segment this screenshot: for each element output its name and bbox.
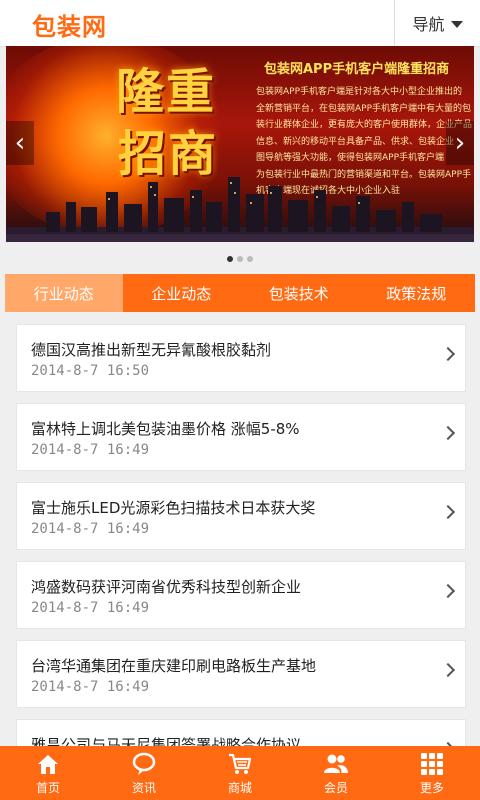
bottom-nav-label: 更多 xyxy=(419,781,444,795)
bottom-nav-more[interactable]: 更多 xyxy=(384,746,480,800)
banner-next-button[interactable]: › xyxy=(446,121,474,165)
tab-packaging-tech[interactable]: 包装技术 xyxy=(240,274,358,312)
news-item[interactable]: 台湾华通集团在重庆建印刷电路板生产基地 2014-8-7 16:49 xyxy=(16,640,466,708)
news-title: 德国汉高推出新型无异氰酸根胶黏剂 xyxy=(31,341,272,359)
nav-menu-label: 导航 xyxy=(412,15,445,34)
news-title: 台湾华通集团在重庆建印刷电路板生产基地 xyxy=(31,657,317,675)
news-date: 2014-8-7 16:49 xyxy=(31,521,150,537)
category-tabs: 行业动态 企业动态 包装技术 政策法规 xyxy=(5,274,475,312)
news-date: 2014-8-7 16:49 xyxy=(31,442,150,458)
news-date: 2014-8-7 16:49 xyxy=(31,679,150,695)
city-skyline-graphic xyxy=(6,177,474,242)
carousel-dot[interactable] xyxy=(227,256,233,262)
news-title: 富士施乐LED光源彩色扫描技术日本获大奖 xyxy=(31,499,316,517)
chevron-right-icon xyxy=(440,662,456,678)
chevron-right-icon xyxy=(440,425,456,441)
chevron-right-icon xyxy=(440,583,456,599)
chevron-left-icon: ‹ xyxy=(14,128,26,158)
news-date: 2014-8-7 16:50 xyxy=(31,363,150,379)
grid-icon xyxy=(421,753,443,775)
carousel-indicators xyxy=(0,256,480,262)
home-icon xyxy=(38,755,58,774)
banner-title: 包装网APP手机客户端隆重招商 xyxy=(264,62,450,77)
bottom-nav-label: 会员 xyxy=(323,781,348,795)
banner-prev-button[interactable]: ‹ xyxy=(6,121,34,165)
top-bar: 包装网 导航 xyxy=(0,0,480,47)
news-title: 鸿盛数码获评河南省优秀科技型创新企业 xyxy=(31,578,302,596)
tab-policy[interactable]: 政策法规 xyxy=(358,274,476,312)
chevron-right-icon xyxy=(440,504,456,520)
bottom-nav: 首页 资讯 商城 会员 更多 xyxy=(0,746,480,800)
nav-menu-button[interactable]: 导航 xyxy=(394,0,480,46)
news-date: 2014-8-7 16:49 xyxy=(31,600,150,616)
news-title: 富林特上调北美包装油墨价格 涨幅5-8% xyxy=(31,420,300,438)
bottom-nav-label: 首页 xyxy=(35,781,60,795)
caret-down-icon xyxy=(450,20,463,28)
chevron-right-icon: › xyxy=(454,128,466,158)
bottom-nav-home[interactable]: 首页 xyxy=(0,746,96,800)
bottom-nav-member[interactable]: 会员 xyxy=(288,746,384,800)
site-logo[interactable]: 包装网 xyxy=(32,7,107,42)
bottom-nav-label: 商城 xyxy=(227,781,252,795)
news-item[interactable]: 鸿盛数码获评河南省优秀科技型创新企业 2014-8-7 16:49 xyxy=(16,561,466,629)
tab-company-news[interactable]: 企业动态 xyxy=(123,274,241,312)
carousel-dot[interactable] xyxy=(237,256,243,262)
carousel-dot[interactable] xyxy=(247,256,253,262)
bottom-nav-label: 资讯 xyxy=(131,781,156,795)
banner-headline-1: 隆重 xyxy=(116,64,217,120)
bottom-nav-mall[interactable]: 商城 xyxy=(192,746,288,800)
users-icon xyxy=(324,754,348,773)
tab-industry-news[interactable]: 行业动态 xyxy=(5,274,123,312)
news-item[interactable]: 富林特上调北美包装油墨价格 涨幅5-8% 2014-8-7 16:49 xyxy=(16,403,466,471)
news-item[interactable]: 德国汉高推出新型无异氰酸根胶黏剂 2014-8-7 16:50 xyxy=(16,324,466,392)
bottom-nav-news[interactable]: 资讯 xyxy=(96,746,192,800)
chat-bubble-icon xyxy=(132,752,156,775)
cart-icon xyxy=(229,753,252,774)
news-item[interactable]: 富士施乐LED光源彩色扫描技术日本获大奖 2014-8-7 16:49 xyxy=(16,482,466,550)
promo-banner[interactable]: 隆重 招商 包装网APP手机客户端隆重招商 包装网APP手机客户端是针对各大中小… xyxy=(6,46,474,242)
chevron-right-icon xyxy=(440,346,456,362)
